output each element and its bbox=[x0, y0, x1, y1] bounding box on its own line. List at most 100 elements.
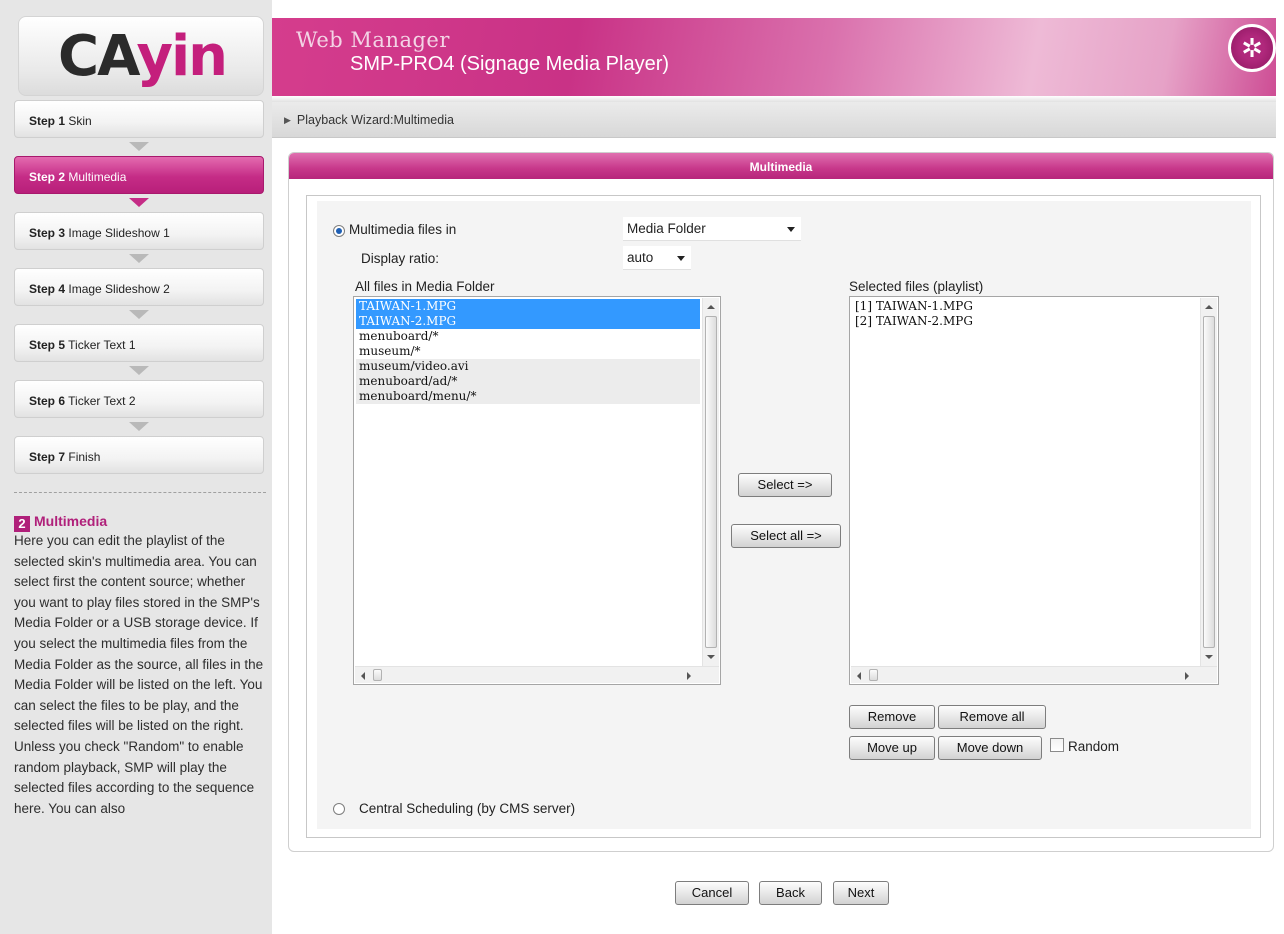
help-panel: 2 Multimedia Here you can edit the playli… bbox=[14, 492, 266, 819]
panel-content: Multimedia files in Media Folder Display… bbox=[306, 195, 1261, 838]
display-ratio-label: Display ratio: bbox=[361, 251, 440, 266]
horizontal-scrollbar[interactable] bbox=[355, 666, 719, 683]
logo-text-yin: yin bbox=[136, 24, 228, 89]
media-source-select[interactable]: Media Folder bbox=[623, 217, 801, 241]
cayin-emblem-icon: ✲ bbox=[1228, 24, 1276, 72]
scroll-right-icon[interactable] bbox=[687, 672, 691, 680]
scroll-thumb[interactable] bbox=[1203, 316, 1215, 648]
panel-title: Multimedia bbox=[289, 153, 1273, 179]
app-header: Web Manager SMP-PRO4 (Signage Media Play… bbox=[272, 18, 1284, 96]
all-files-label: All files in Media Folder bbox=[355, 279, 495, 294]
help-title: Multimedia bbox=[34, 513, 108, 529]
scroll-thumb[interactable] bbox=[705, 316, 717, 648]
back-button[interactable]: Back bbox=[759, 881, 822, 905]
step-number: Step 4 bbox=[29, 282, 66, 296]
vertical-scrollbar[interactable] bbox=[1200, 298, 1217, 666]
scroll-thumb[interactable] bbox=[869, 669, 878, 681]
step-label: Multimedia bbox=[68, 170, 127, 184]
select-all-button[interactable]: Select all => bbox=[731, 524, 841, 548]
wizard-sidebar: CAyin Step 1 Skin Step 2 Multimedia Step… bbox=[0, 0, 272, 934]
logo-text-ca: CA bbox=[57, 24, 138, 89]
central-scheduling-label: Central Scheduling (by CMS server) bbox=[359, 801, 576, 816]
cancel-button[interactable]: Cancel bbox=[675, 881, 749, 905]
step-number: Step 6 bbox=[29, 394, 66, 408]
playlist-item[interactable]: [2] TAIWAN-2.MPG bbox=[852, 314, 1198, 329]
central-scheduling-radio[interactable] bbox=[333, 803, 345, 815]
remove-all-button[interactable]: Remove all bbox=[938, 705, 1046, 729]
display-ratio-select[interactable]: auto bbox=[623, 246, 691, 270]
display-ratio-value: auto bbox=[627, 250, 654, 265]
file-list-item[interactable]: museum/video.avi bbox=[356, 359, 700, 374]
step-number: Step 2 bbox=[29, 170, 66, 184]
step-4-image-slideshow-2[interactable]: Step 4 Image Slideshow 2 bbox=[14, 268, 264, 306]
scroll-down-icon[interactable] bbox=[1205, 655, 1213, 659]
product-name: SMP-PRO4 (Signage Media Player) bbox=[350, 53, 670, 75]
step-arrow-icon bbox=[129, 422, 149, 431]
app-title: Web Manager bbox=[296, 28, 450, 52]
scroll-thumb[interactable] bbox=[373, 669, 382, 681]
file-list-item[interactable]: museum/* bbox=[356, 344, 700, 359]
scroll-right-icon[interactable] bbox=[1185, 672, 1189, 680]
breadcrumb-text: Playback Wizard:Multimedia bbox=[296, 113, 454, 127]
breadcrumb: ▶ Playback Wizard:Multimedia bbox=[272, 102, 1284, 138]
step-number: Step 5 bbox=[29, 338, 66, 352]
help-heading: 2 Multimedia bbox=[14, 511, 266, 532]
playlist-list: [1] TAIWAN-1.MPG [2] TAIWAN-2.MPG bbox=[852, 299, 1198, 329]
file-list-item[interactable]: menuboard/ad/* bbox=[356, 374, 700, 389]
step-number: Step 3 bbox=[29, 226, 66, 240]
all-files-listbox[interactable]: TAIWAN-1.MPG TAIWAN-2.MPG menuboard/* museu… bbox=[353, 296, 721, 685]
step-5-ticker-text-1[interactable]: Step 5 Ticker Text 1 bbox=[14, 324, 264, 362]
select-button[interactable]: Select => bbox=[738, 473, 832, 497]
step-6-ticker-text-2[interactable]: Step 6 Ticker Text 2 bbox=[14, 380, 264, 418]
scroll-left-icon[interactable] bbox=[361, 672, 365, 680]
web-manager-window: CAyin Step 1 Skin Step 2 Multimedia Step… bbox=[0, 0, 1284, 934]
horizontal-scrollbar[interactable] bbox=[851, 666, 1217, 683]
all-files-list: TAIWAN-1.MPG TAIWAN-2.MPG menuboard/* museu… bbox=[356, 299, 700, 404]
scroll-left-icon[interactable] bbox=[857, 672, 861, 680]
step-arrow-icon bbox=[129, 310, 149, 319]
chevron-down-icon bbox=[677, 256, 685, 261]
selected-files-label: Selected files (playlist) bbox=[849, 279, 984, 294]
playlist-item[interactable]: [1] TAIWAN-1.MPG bbox=[852, 299, 1198, 314]
step-arrow-icon bbox=[129, 142, 149, 151]
step-label: Image Slideshow 2 bbox=[68, 282, 170, 296]
file-list-item[interactable]: TAIWAN-2.MPG bbox=[356, 314, 700, 329]
random-checkbox[interactable] bbox=[1050, 738, 1064, 752]
multimedia-panel: Multimedia Multimedia files in Media Fol… bbox=[288, 152, 1274, 852]
move-up-button[interactable]: Move up bbox=[849, 736, 935, 760]
cayin-logo: CAyin bbox=[18, 16, 264, 96]
media-source-label: Multimedia files in bbox=[349, 222, 457, 237]
scroll-down-icon[interactable] bbox=[707, 655, 715, 659]
step-number: Step 1 bbox=[29, 114, 66, 128]
file-list-item[interactable]: TAIWAN-1.MPG bbox=[356, 299, 700, 314]
help-step-number: 2 bbox=[14, 516, 30, 532]
scroll-up-icon[interactable] bbox=[1205, 305, 1213, 309]
remove-button[interactable]: Remove bbox=[849, 705, 935, 729]
step-label: Image Slideshow 1 bbox=[68, 226, 170, 240]
file-list-item[interactable]: menuboard/* bbox=[356, 329, 700, 344]
scroll-up-icon[interactable] bbox=[707, 305, 715, 309]
move-down-button[interactable]: Move down bbox=[938, 736, 1042, 760]
triangle-right-icon: ▶ bbox=[284, 115, 291, 125]
step-label: Ticker Text 2 bbox=[68, 394, 136, 408]
random-label: Random bbox=[1068, 739, 1120, 754]
step-label: Ticker Text 1 bbox=[68, 338, 136, 352]
media-source-value: Media Folder bbox=[627, 221, 706, 236]
step-arrow-icon bbox=[129, 366, 149, 375]
help-text: Here you can edit the playlist of the se… bbox=[14, 533, 264, 816]
step-arrow-icon bbox=[129, 254, 149, 263]
media-source-radio[interactable] bbox=[333, 225, 345, 237]
file-list-item[interactable]: menuboard/menu/* bbox=[356, 389, 700, 404]
step-label: Finish bbox=[68, 450, 101, 464]
playlist-listbox[interactable]: [1] TAIWAN-1.MPG [2] TAIWAN-2.MPG bbox=[849, 296, 1219, 685]
vertical-scrollbar[interactable] bbox=[702, 298, 719, 666]
step-number: Step 7 bbox=[29, 450, 66, 464]
next-button[interactable]: Next bbox=[833, 881, 889, 905]
chevron-down-icon bbox=[787, 227, 795, 232]
step-2-multimedia[interactable]: Step 2 Multimedia bbox=[14, 156, 264, 194]
step-label: Skin bbox=[68, 114, 92, 128]
step-1-skin[interactable]: Step 1 Skin bbox=[14, 100, 264, 138]
step-3-image-slideshow-1[interactable]: Step 3 Image Slideshow 1 bbox=[14, 212, 264, 250]
step-arrow-icon bbox=[129, 198, 149, 207]
step-7-finish[interactable]: Step 7 Finish bbox=[14, 436, 264, 474]
